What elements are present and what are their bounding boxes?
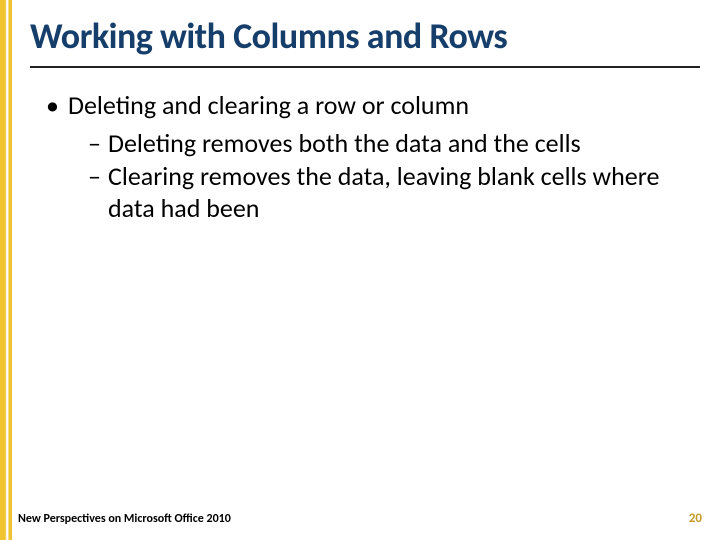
page-number: 20	[689, 511, 702, 526]
slide-title: Working with Columns and Rows	[30, 14, 700, 64]
left-accent-bar	[0, 0, 12, 540]
bullet-level1: Deleting and clearing a row or column	[46, 90, 686, 122]
body-content: Deleting and clearing a row or column De…	[46, 90, 686, 225]
title-block: Working with Columns and Rows	[30, 14, 700, 68]
footer-text: New Perspectives on Microsoft Office 201…	[18, 512, 231, 526]
title-underline	[30, 66, 700, 68]
bullet-level2: Clearing removes the data, leaving blank…	[46, 161, 686, 224]
bullet-level2: Deleting removes both the data and the c…	[46, 128, 686, 160]
